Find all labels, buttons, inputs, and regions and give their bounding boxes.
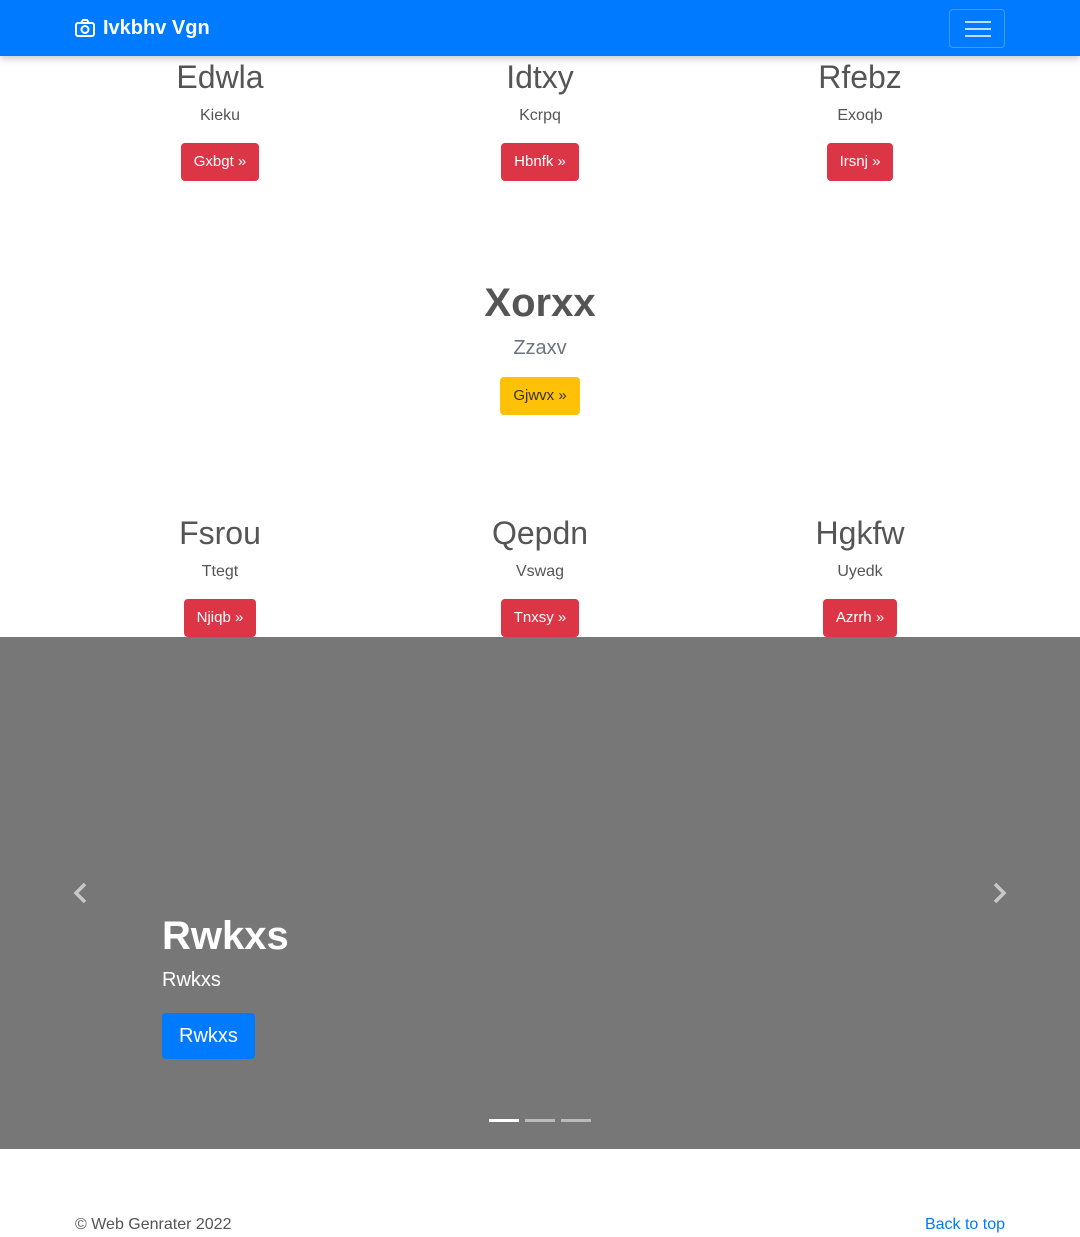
feature-text: Kieku [199,107,241,124]
feature-heading: Fsrou [179,515,261,551]
feature-heading: Qepdn [491,515,589,551]
footer: © Web Genrater 2022 Back to top [0,1149,1080,1237]
feature-heading: Edwla [176,59,264,95]
chevron-left-icon [73,882,87,904]
feature-column: Rfebz Exoqb Irsnj » [680,58,1040,181]
feature-heading: Idtxy [506,59,574,95]
feature-button[interactable]: Azrrh » [822,599,898,637]
feature-heading: Hgkfw [815,515,905,551]
feature-column: Hgkfw Uyedk Azrrh » [680,514,1040,637]
carousel-indicators [489,1119,597,1122]
navbar-brand[interactable]: Ivkbhv Vgn [75,16,210,40]
feature-text: Uyedk [837,563,883,580]
brand-text: Ivkbhv Vgn [103,17,210,39]
feature-column: Qepdn Vswag Tnxsy » [360,514,720,637]
carousel-heading: Rwkxs [162,914,289,958]
center-button[interactable]: Gjwvx » [500,377,580,415]
carousel-indicator-1[interactable] [489,1119,519,1122]
center-jumbotron: Xorxx Zzaxv Gjwvx » [0,280,1080,415]
feature-heading: Rfebz [818,59,902,95]
back-to-top-link[interactable]: Back to top [925,1215,1005,1235]
center-heading: Xorxx [484,281,596,325]
carousel-cta-button[interactable]: Rwkxs [162,1013,255,1059]
navbar-toggler-button[interactable] [949,9,1005,48]
copyright-text: © Web Genrater 2022 [75,1216,232,1233]
navbar: Ivkbhv Vgn [0,0,1080,56]
feature-text: Exoqb [837,107,883,124]
feature-text: Ttegt [201,563,239,580]
carousel-text: Rwkxs [162,969,221,991]
feature-button[interactable]: Irsnj » [826,143,894,181]
carousel-prev-button[interactable] [71,882,91,904]
carousel-indicator-2[interactable] [525,1119,555,1122]
feature-button[interactable]: Hbnfk » [501,143,579,181]
feature-column: Fsrou Ttegt Njiqb » [40,514,400,637]
feature-button[interactable]: Njiqb » [183,599,257,637]
hamburger-menu-icon [965,21,991,23]
carousel-caption: Rwkxs Rwkxs Rwkxs [162,913,289,1059]
feature-text: Vswag [515,563,565,580]
camera-icon [75,19,95,37]
chevron-right-icon [993,882,1007,904]
feature-column: Edwla Kieku Gxbgt » [40,58,400,181]
center-lead: Zzaxv [513,337,567,359]
carousel: Rwkxs Rwkxs Rwkxs [0,637,1080,1149]
feature-button[interactable]: Tnxsy » [500,599,580,637]
feature-button[interactable]: Gxbgt » [180,143,260,181]
carousel-next-button[interactable] [989,882,1009,904]
feature-column: Idtxy Kcrpq Hbnfk » [360,58,720,181]
carousel-indicator-3[interactable] [561,1119,591,1122]
feature-text: Kcrpq [519,107,561,124]
